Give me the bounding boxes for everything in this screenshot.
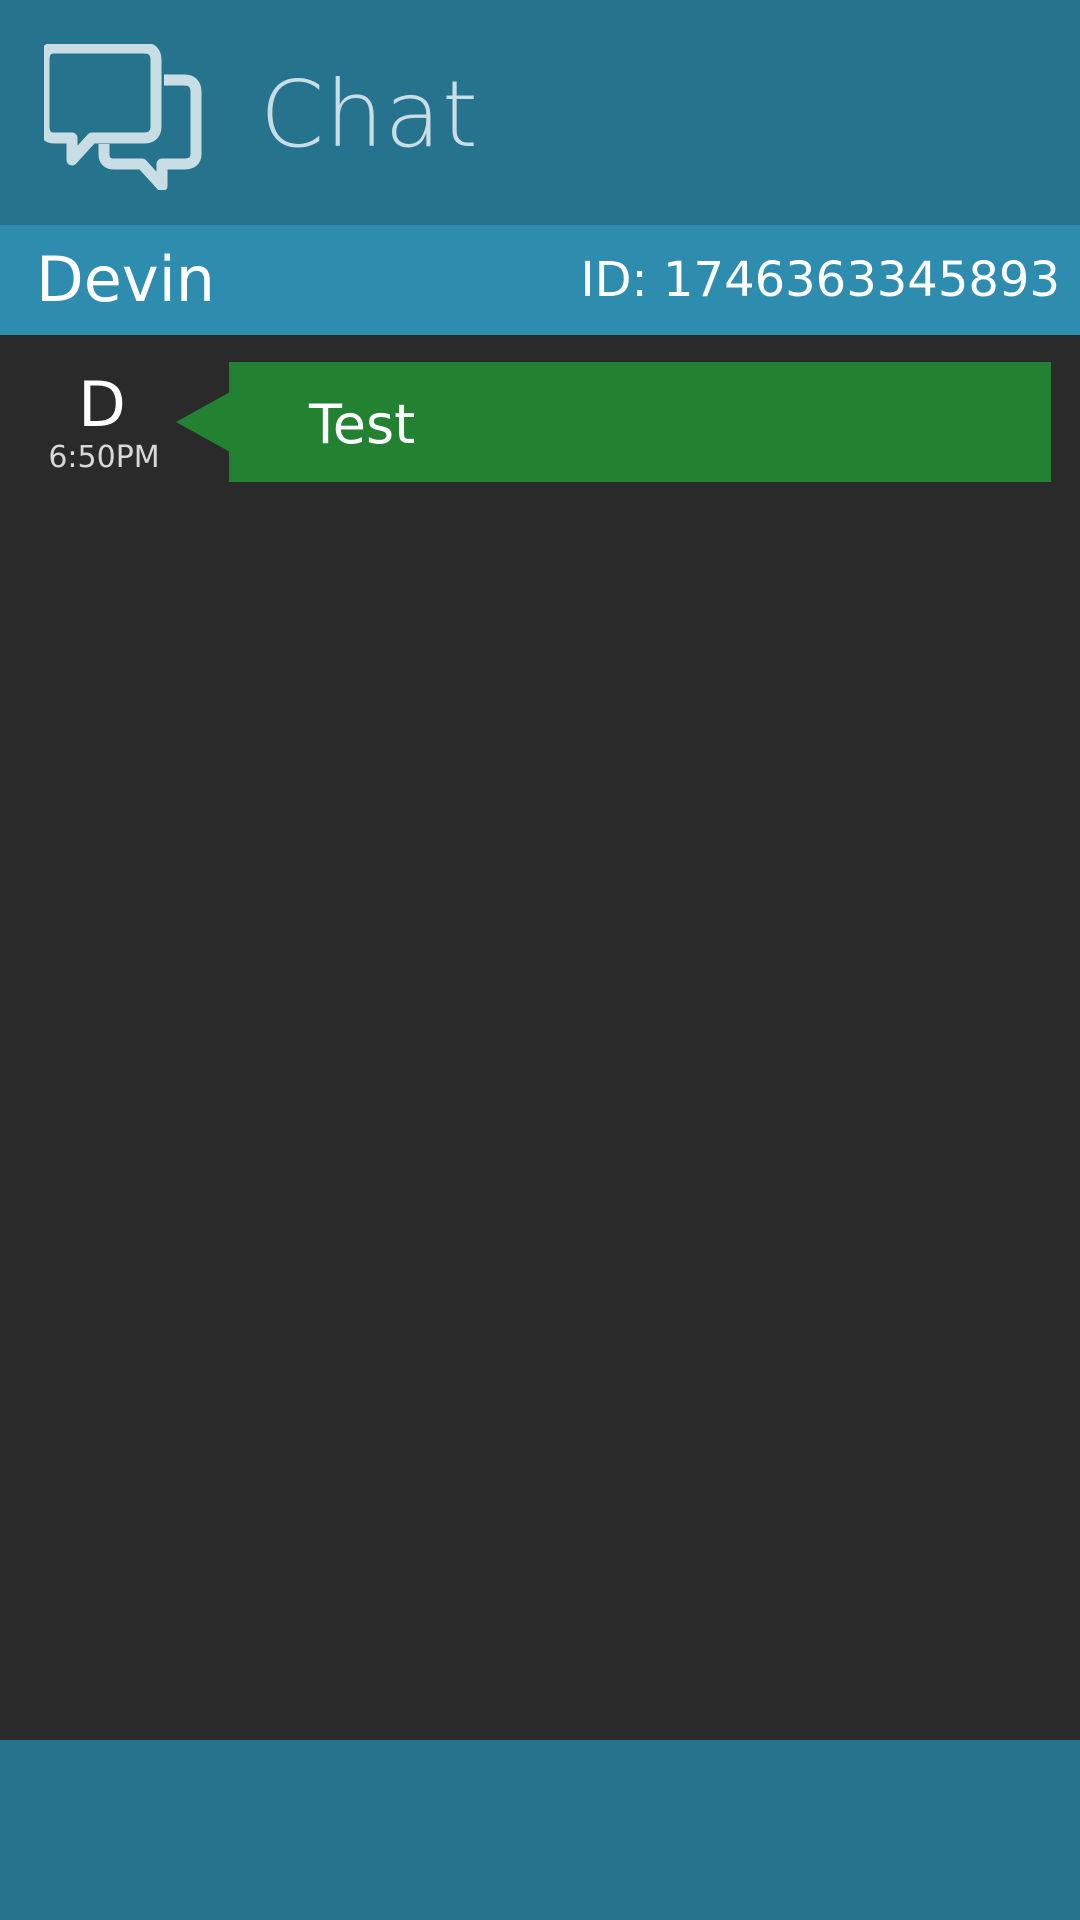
contact-name: Devin	[36, 243, 216, 316]
bottom-bar	[0, 1740, 1080, 1920]
app-title: Chat	[260, 61, 479, 168]
sender-avatar: D	[78, 368, 126, 441]
message-bubble[interactable]: Test	[229, 362, 1051, 482]
message-timestamp: 6:50PM	[48, 440, 160, 475]
contact-bar: Devin ID: 1746363345893	[0, 225, 1080, 335]
message-bubble-tail	[176, 392, 230, 452]
message-row: D 6:50PM Test	[0, 362, 1080, 482]
chat-bubbles-icon	[44, 44, 202, 190]
message-list[interactable]: D 6:50PM Test	[0, 335, 1080, 1740]
app-header: Chat	[0, 0, 1080, 225]
chat-app: Chat Devin ID: 1746363345893 D 6:50PM Te…	[0, 0, 1080, 1920]
contact-id: ID: 1746363345893	[580, 252, 1060, 308]
message-text: Test	[309, 393, 416, 456]
